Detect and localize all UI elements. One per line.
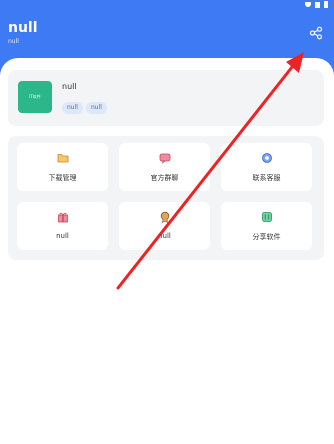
annotation-arrow bbox=[116, 52, 304, 290]
annotation-arrow-shaft bbox=[116, 60, 298, 290]
